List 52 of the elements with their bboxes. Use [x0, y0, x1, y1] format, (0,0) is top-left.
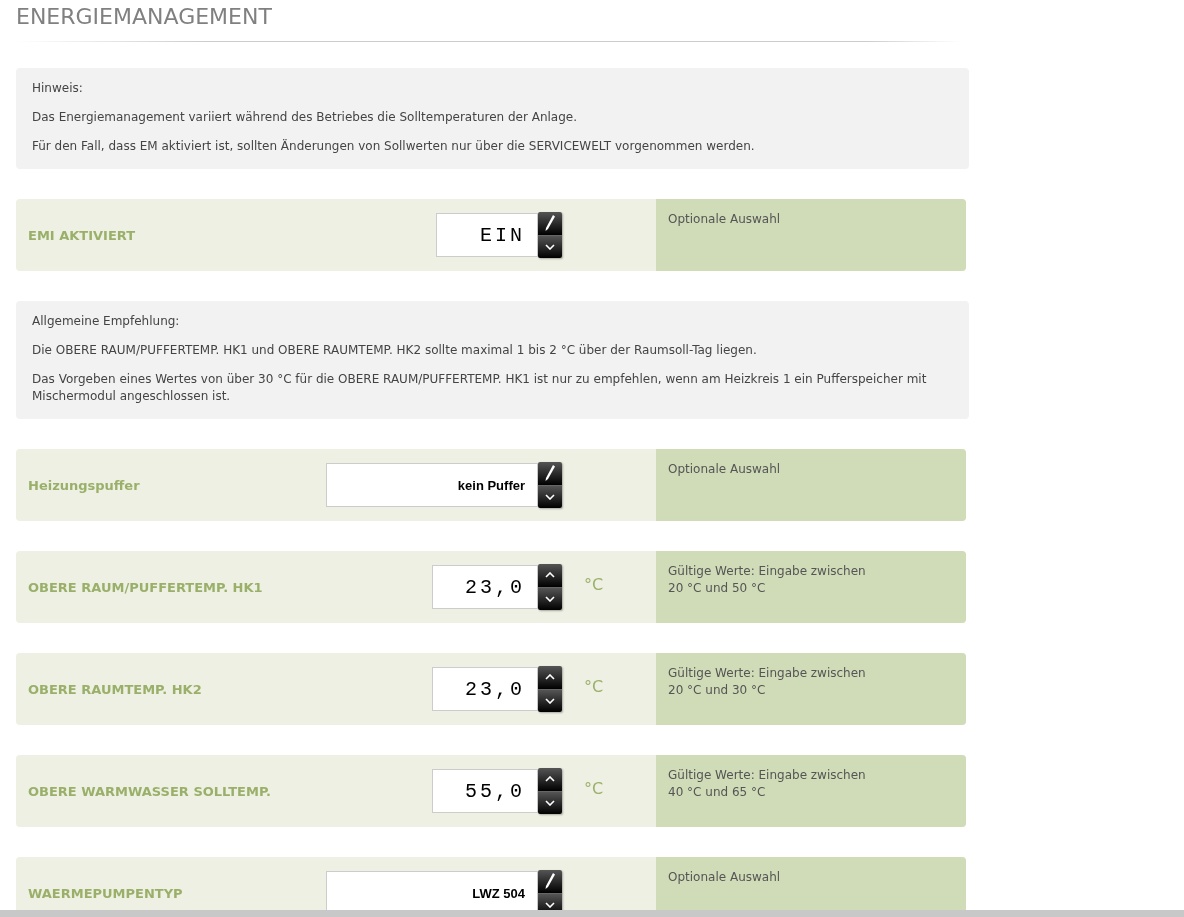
caret-up-icon [545, 776, 555, 783]
dropdown-button[interactable] [538, 484, 562, 508]
number-field[interactable]: 23,0 [432, 565, 538, 609]
caret-down-icon [545, 243, 555, 250]
pencil-icon [545, 465, 555, 482]
page-title: ENERGIEMANAGEMENT [16, 3, 273, 31]
info-text: Optionale Auswahl [668, 461, 782, 478]
setting-label: OBERE WARMWASSER SOLLTEMP. [27, 783, 272, 799]
unit-label: °C [583, 779, 604, 798]
notice-text: Das Vorgeben eines Wertes von über 30 °C für die OBERE RAUM/PUFFERTEMP. HK1 ist nur zu empfehlen, wenn am Heizkreis 1 ein Pufferspeicher mit Mischermodul angeschlossen ist. [32, 371, 928, 405]
notice-text: Das Energiemanagement variiert während des Betriebes die Solltemperaturen der Anlage. [32, 109, 579, 126]
decrement-button[interactable] [538, 688, 562, 712]
edit-button[interactable] [538, 462, 562, 485]
info-text: Gültige Werte: Eingabe zwischen 40 °C und 65 °C [668, 767, 867, 801]
caret-up-icon [545, 674, 555, 681]
setting-label: EMI AKTIVIERT [27, 227, 137, 243]
decrement-button[interactable] [538, 586, 562, 610]
info-text: Optionale Auswahl [668, 869, 782, 886]
select-field[interactable]: LWZ 504 [326, 871, 538, 910]
unit-label: °C [583, 575, 604, 594]
increment-button[interactable] [538, 564, 562, 587]
caret-down-icon [545, 595, 555, 602]
setting-label: OBERE RAUMTEMP. HK2 [27, 681, 203, 697]
decrement-button[interactable] [538, 790, 562, 814]
number-field[interactable]: 55,0 [432, 769, 538, 813]
notice-text: Allgemeine Empfehlung: [32, 313, 181, 330]
select-field[interactable]: kein Puffer [326, 463, 538, 507]
increment-button[interactable] [538, 768, 562, 791]
setting-label: WAERMEPUMPENTYP [27, 885, 184, 901]
edit-button[interactable] [538, 870, 562, 893]
select-field[interactable]: EIN [436, 213, 538, 257]
edit-button[interactable] [538, 212, 562, 235]
number-field[interactable]: 23,0 [432, 667, 538, 711]
notice-text: Die OBERE RAUM/PUFFERTEMP. HK1 und OBERE RAUMTEMP. HK2 sollte maximal 1 bis 2 °C über der Raumsoll-Tag liegen. [32, 342, 758, 359]
caret-down-icon [545, 901, 555, 908]
info-text: Optionale Auswahl [668, 211, 782, 228]
caret-up-icon [545, 572, 555, 579]
setting-label: OBERE RAUM/PUFFERTEMP. HK1 [27, 579, 264, 595]
notice-text: Hinweis: [32, 80, 84, 97]
dropdown-button[interactable] [538, 234, 562, 258]
info-text: Gültige Werte: Eingabe zwischen 20 °C und 30 °C [668, 665, 867, 699]
pencil-icon [545, 873, 555, 890]
info-text: Gültige Werte: Eingabe zwischen 20 °C und 50 °C [668, 563, 867, 597]
unit-label: °C [583, 677, 604, 696]
notice-text: Für den Fall, dass EM aktiviert ist, sollten Änderungen von Sollwerten nur über die SERVICEWELT vorgenommen werden. [32, 138, 756, 155]
scrollbar[interactable] [0, 910, 1184, 917]
setting-label: Heizungspuffer [27, 477, 141, 493]
caret-down-icon [545, 799, 555, 806]
caret-down-icon [545, 697, 555, 704]
caret-down-icon [545, 493, 555, 500]
increment-button[interactable] [538, 666, 562, 689]
pencil-icon [545, 215, 555, 232]
